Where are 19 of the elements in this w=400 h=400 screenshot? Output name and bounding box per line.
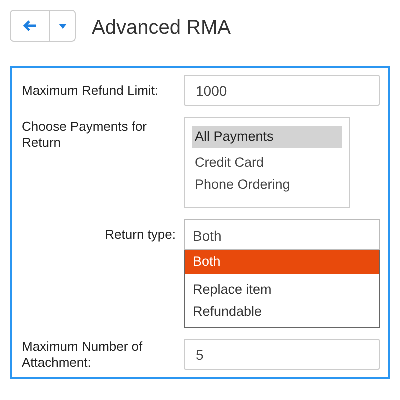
dropdown-option[interactable]: Both — [185, 250, 379, 274]
list-option[interactable]: All Payments — [192, 126, 342, 148]
payments-listbox[interactable]: All Payments Credit Card Phone Ordering — [184, 117, 350, 208]
text-field[interactable]: 5 — [184, 339, 380, 370]
dropdown-option[interactable]: Replace item — [185, 279, 379, 301]
back-arrow-icon — [23, 20, 37, 32]
field-label: Maximum Number of Attachment: — [22, 339, 144, 371]
select-field[interactable]: Both — [184, 219, 380, 250]
text-field[interactable]: 1000 — [184, 75, 380, 106]
page-title: Advanced RMA — [92, 16, 231, 41]
back-button[interactable] — [10, 10, 50, 42]
dropdown-button[interactable] — [50, 10, 76, 42]
list-option[interactable]: Credit Card — [192, 152, 342, 174]
field-label: Choose Payments for Return — [22, 118, 148, 152]
caret-icon — [58, 24, 66, 28]
list-option[interactable]: Phone Ordering — [192, 174, 342, 196]
field-label: Return type: — [104, 226, 177, 244]
dropdown-option[interactable]: Refundable — [185, 301, 379, 323]
field-label: Maximum Refund Limit: — [22, 82, 160, 100]
